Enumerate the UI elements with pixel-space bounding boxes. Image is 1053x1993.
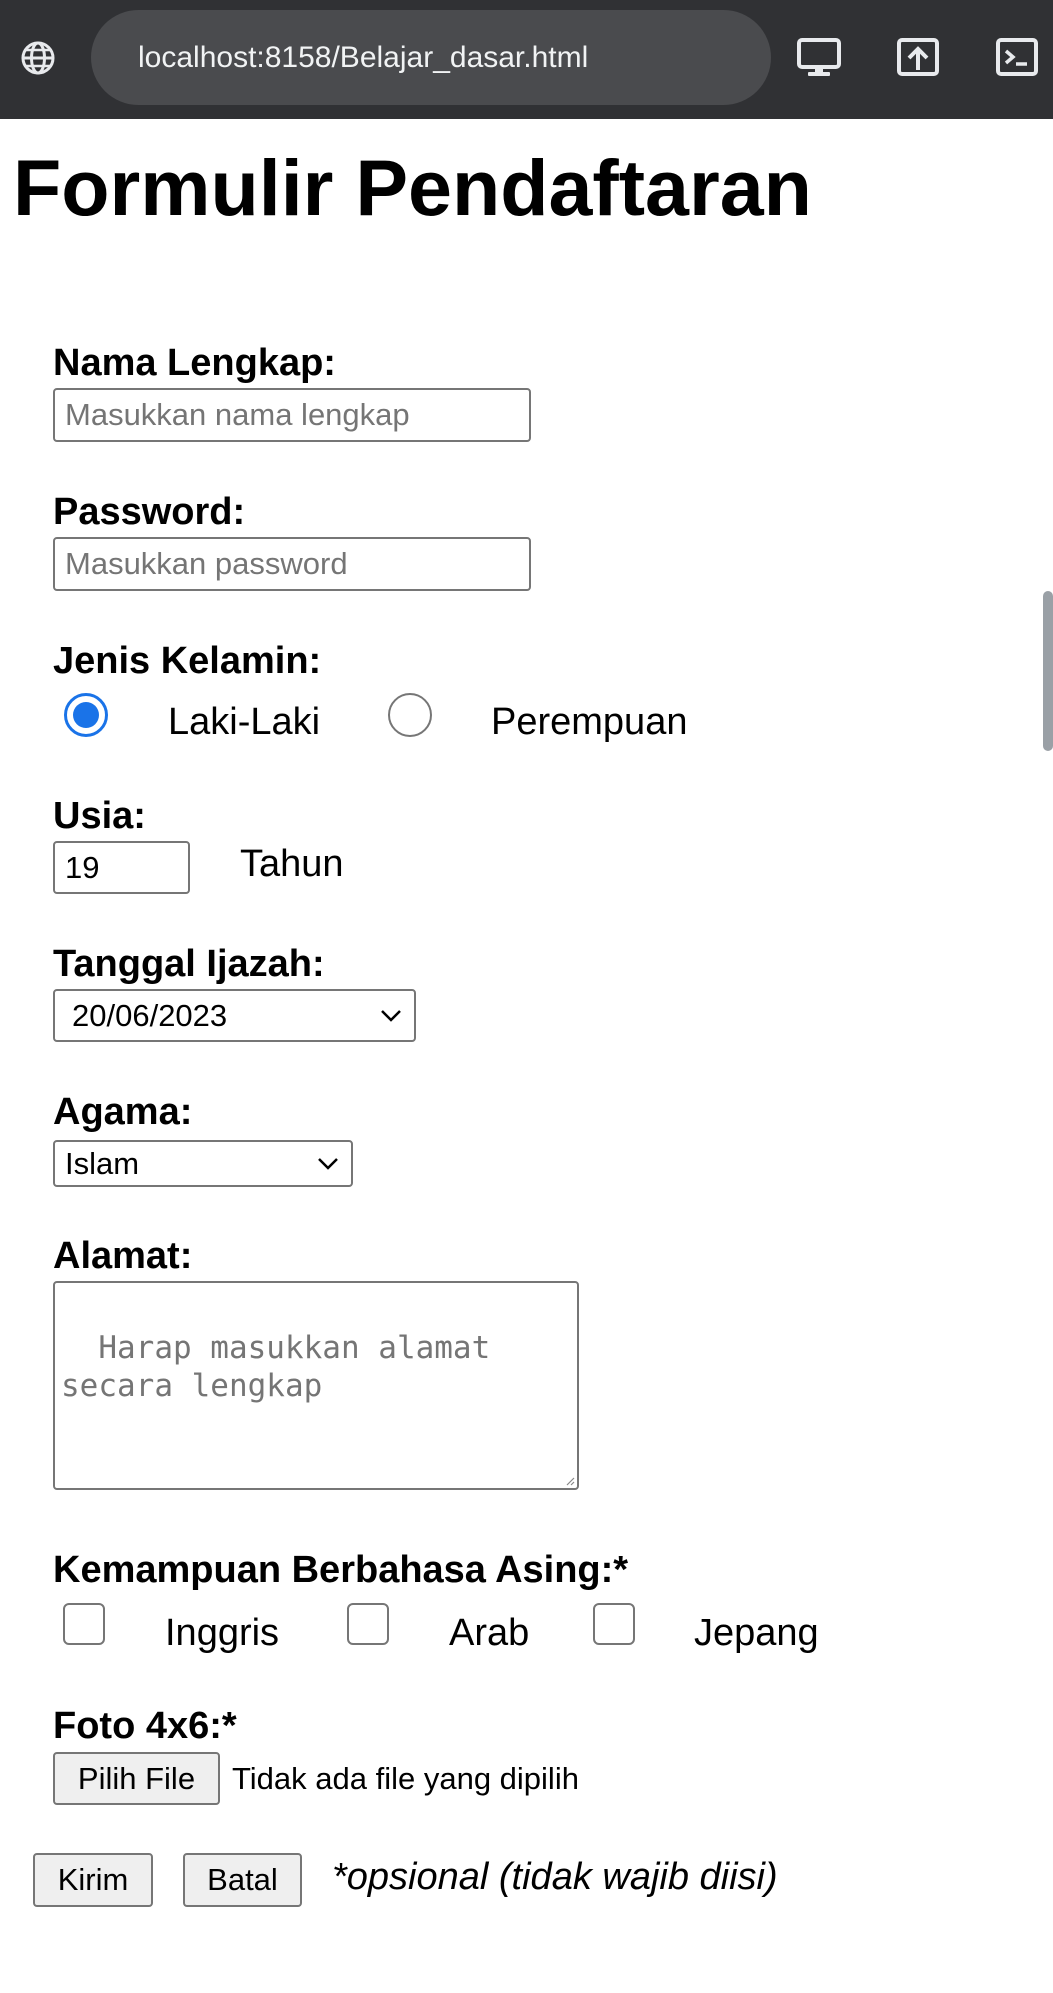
tanggal-date-picker[interactable]: 20/06/2023 bbox=[53, 989, 416, 1042]
submit-button[interactable]: Kirim bbox=[33, 1853, 153, 1907]
usia-unit: Tahun bbox=[240, 843, 344, 885]
usia-label: Usia: bbox=[53, 795, 146, 837]
page-title: Formulir Pendaftaran bbox=[13, 143, 812, 232]
gender-label: Jenis Kelamin: bbox=[53, 640, 322, 682]
share-icon[interactable] bbox=[895, 34, 941, 80]
globe-icon[interactable] bbox=[18, 38, 58, 78]
foto-label: Foto 4x6:* bbox=[53, 1705, 237, 1747]
cancel-button[interactable]: Batal bbox=[183, 1853, 302, 1907]
password-input[interactable] bbox=[53, 537, 531, 591]
agama-select[interactable]: Islam bbox=[53, 1140, 353, 1187]
checkbox-jepang-label: Jepang bbox=[694, 1612, 819, 1654]
optional-note: *opsional (tidak wajib diisi) bbox=[332, 1856, 778, 1898]
tanggal-value: 20/06/2023 bbox=[72, 998, 228, 1033]
agama-label: Agama: bbox=[53, 1091, 193, 1133]
checkbox-arab-label: Arab bbox=[449, 1612, 530, 1654]
radio-laki-laki-label: Laki-Laki bbox=[168, 701, 321, 743]
checkbox-jepang[interactable] bbox=[593, 1603, 635, 1645]
checkbox-arab[interactable] bbox=[347, 1603, 389, 1645]
browser-toolbar: localhost:8158/Belajar_dasar.html bbox=[0, 0, 1053, 119]
usia-input[interactable]: 19 bbox=[53, 841, 190, 894]
url-text: localhost:8158/Belajar_dasar.html bbox=[138, 41, 589, 74]
radio-perempuan-label: Perempuan bbox=[491, 701, 688, 743]
scrollbar-thumb[interactable] bbox=[1043, 591, 1053, 751]
desktop-icon[interactable] bbox=[796, 34, 842, 80]
choose-file-button[interactable]: Pilih File bbox=[53, 1752, 220, 1805]
agama-value: Islam bbox=[65, 1146, 140, 1181]
resize-grip-icon[interactable] bbox=[565, 1476, 575, 1486]
address-bar[interactable]: localhost:8158/Belajar_dasar.html bbox=[91, 10, 771, 105]
alamat-label: Alamat: bbox=[53, 1235, 193, 1277]
nama-label: Nama Lengkap: bbox=[53, 342, 336, 384]
radio-laki-laki[interactable] bbox=[64, 693, 108, 737]
tanggal-label: Tanggal Ijazah: bbox=[53, 943, 325, 985]
terminal-icon[interactable] bbox=[994, 34, 1040, 80]
file-status: Tidak ada file yang dipilih bbox=[232, 1761, 579, 1796]
password-label: Password: bbox=[53, 491, 246, 533]
chevron-down-icon bbox=[318, 1157, 338, 1170]
bahasa-label: Kemampuan Berbahasa Asing:* bbox=[53, 1549, 629, 1591]
checkbox-inggris[interactable] bbox=[63, 1603, 105, 1645]
chevron-down-icon bbox=[381, 1009, 401, 1022]
checkbox-inggris-label: Inggris bbox=[165, 1612, 280, 1654]
alamat-textarea[interactable]: Harap masukkan alamat secara lengkap bbox=[53, 1281, 579, 1490]
alamat-placeholder: Harap masukkan alamat secara lengkap bbox=[61, 1330, 491, 1404]
nama-input[interactable] bbox=[53, 388, 531, 442]
radio-perempuan[interactable] bbox=[388, 693, 432, 737]
